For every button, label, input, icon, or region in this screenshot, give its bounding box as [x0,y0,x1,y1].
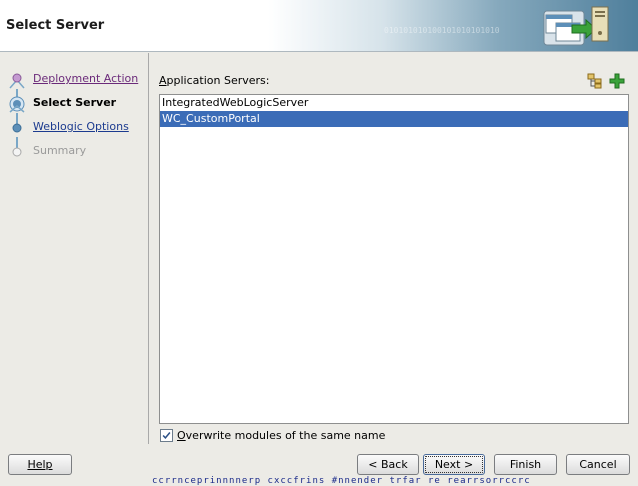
nav-item-select-server[interactable]: Select Server [8,93,146,113]
server-tree-icon[interactable] [586,72,604,90]
label-mnemonic: A [159,74,167,87]
cancel-button[interactable]: Cancel [566,454,630,475]
nav-label: Select Server [33,96,117,109]
next-step-icon [12,123,22,133]
disabled-step-icon [12,147,22,157]
finish-button[interactable]: Finish [494,454,557,475]
background-window-text: ccrrnceprinnnnerp cxccfrins #nnender trf… [152,476,531,486]
overwrite-checkbox[interactable] [160,429,173,442]
label-mnemonic: O [177,429,186,442]
label-rest: pplication Servers: [166,74,270,87]
back-button[interactable]: < Back [357,454,419,475]
wizard-train-nav: Deployment Action Select Server Weblogic… [0,53,149,444]
overwrite-label: Overwrite modules of the same name [177,429,385,442]
button-mnemonic: Help [27,458,53,471]
main-panel: Application Servers: IntegratedWebLogicS… [150,53,638,444]
visited-step-icon [9,73,25,89]
nav-item-weblogic-options[interactable]: Weblogic Options [8,117,146,137]
add-server-icon[interactable] [608,72,626,90]
next-button[interactable]: Next > [423,454,485,475]
nav-item-deployment-action[interactable]: Deployment Action [8,69,146,89]
nav-label[interactable]: Weblogic Options [33,120,129,133]
application-servers-list[interactable]: IntegratedWebLogicServer WC_CustomPortal [159,94,629,424]
list-item[interactable]: IntegratedWebLogicServer [160,95,628,111]
windows-server-arrow-icon [543,6,609,46]
help-button[interactable]: Help [8,454,72,475]
page-title: Select Server [6,18,105,33]
list-item-selected[interactable]: WC_CustomPortal [160,111,628,127]
wizard-header: Select Server 010101010100101010101010 [0,0,638,52]
nav-item-summary: Summary [8,141,146,161]
nav-label[interactable]: Deployment Action [33,72,138,85]
application-servers-label: Application Servers: [159,74,269,87]
header-binary-decoration: 010101010100101010101010 [384,26,500,35]
nav-label: Summary [33,144,87,157]
button-label: Cancel [579,458,617,471]
current-step-icon [9,96,25,113]
button-label: < Back [368,458,408,471]
button-label: Next > [434,458,474,471]
label-rest: verwrite modules of the same name [185,429,386,442]
button-label: Finish [509,458,542,471]
